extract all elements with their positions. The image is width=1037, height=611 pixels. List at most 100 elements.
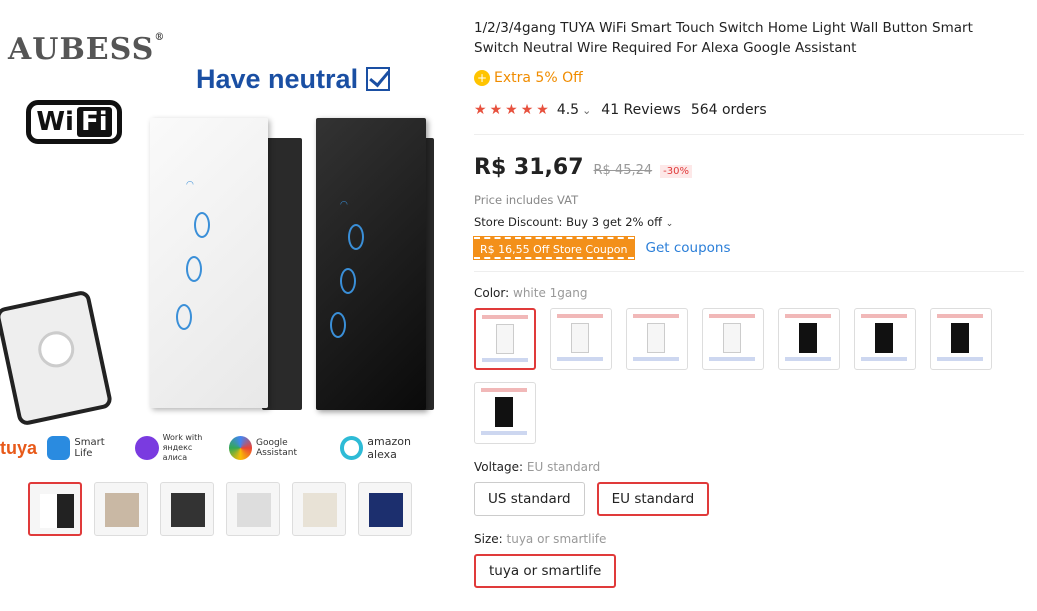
- swatch-switch-image: [799, 323, 817, 353]
- original-price: R$ 45,24: [593, 163, 653, 178]
- wifi-logo-right: Fi: [76, 107, 112, 137]
- thumbnail[interactable]: [160, 482, 214, 536]
- reviews-link[interactable]: 41 Reviews: [601, 102, 681, 118]
- swatch-logos: [785, 357, 831, 361]
- swatch-banner: [709, 314, 755, 318]
- main-product-image[interactable]: AUBESS® Wi Fi Have neutral ◠ ◠ tuya Smart…: [0, 18, 442, 466]
- smart-life-icon: [47, 436, 71, 460]
- wifi-logo-left: Wi: [36, 107, 74, 137]
- smart-life-logo: Smart Life: [47, 436, 125, 460]
- swatch-switch-image: [495, 397, 513, 427]
- wifi-icon: ◠: [340, 200, 348, 210]
- color-value: white 1gang: [513, 286, 588, 300]
- wifi-logo-icon: Wi Fi: [26, 100, 122, 144]
- get-coupons-link[interactable]: Get coupons: [646, 240, 731, 256]
- swatch-banner: [557, 314, 603, 318]
- swatch-logos: [633, 357, 679, 361]
- alice-icon: [134, 436, 159, 460]
- yandex-alice-logo: Work with яндекс алиса: [134, 433, 219, 463]
- swatch-logos: [937, 357, 983, 361]
- voltage-option-us[interactable]: US standard: [474, 482, 585, 516]
- swatch-banner: [861, 314, 907, 318]
- color-swatch[interactable]: [550, 308, 612, 370]
- white-switch-panel: ◠: [150, 118, 268, 408]
- black-switch-panel: ◠: [316, 118, 426, 410]
- color-swatch[interactable]: [778, 308, 840, 370]
- swatch-logos: [481, 431, 527, 435]
- color-swatch[interactable]: [930, 308, 992, 370]
- thumbnail[interactable]: [226, 482, 280, 536]
- amazon-alexa-logo: amazon alexa: [339, 435, 442, 461]
- swatch-banner: [785, 314, 831, 318]
- touch-button-icon: [194, 212, 210, 238]
- voltage-label: Voltage: EU standard: [474, 460, 1024, 474]
- voltage-option-eu[interactable]: EU standard: [596, 482, 710, 516]
- plus-coin-icon: +: [474, 70, 490, 86]
- star-icon: ★: [505, 102, 518, 118]
- thumbnail-strip: [28, 482, 412, 536]
- rating-row: ★ ★ ★ ★ ★ 4.5 ⌄ 41 Reviews 564 orders: [474, 100, 1024, 120]
- product-gallery: AUBESS® Wi Fi Have neutral ◠ ◠ tuya Smart…: [0, 0, 450, 611]
- chevron-down-icon[interactable]: ⌄: [666, 219, 674, 229]
- thumbnail[interactable]: [292, 482, 346, 536]
- chevron-down-icon[interactable]: ⌄: [582, 104, 591, 117]
- size-value: tuya or smartlife: [506, 532, 607, 546]
- color-swatch[interactable]: [626, 308, 688, 370]
- checkbox-icon: [366, 67, 391, 91]
- voltage-value: EU standard: [526, 460, 601, 474]
- swatch-switch-image: [496, 324, 514, 354]
- swatch-logos: [861, 357, 907, 361]
- star-rating: ★ ★ ★ ★ ★: [474, 102, 549, 118]
- color-label-text: Color:: [474, 286, 510, 300]
- product-title: 1/2/3/4gang TUYA WiFi Smart Touch Switch…: [474, 20, 973, 56]
- app-dial-icon: [34, 327, 78, 371]
- store-discount[interactable]: Store Discount: Buy 3 get 2% off ⌄: [474, 215, 1024, 229]
- touch-button-icon: [340, 268, 356, 294]
- color-swatch[interactable]: [854, 308, 916, 370]
- discount-badge: -30%: [660, 165, 692, 178]
- brand-mark: ®: [154, 32, 166, 43]
- swatch-logos: [709, 357, 755, 361]
- orders-count: 564 orders: [690, 102, 767, 118]
- swatch-banner: [482, 315, 528, 319]
- voltage-options: US standard EU standard: [474, 482, 1024, 516]
- price-row: R$ 31,67 R$ 45,24 -30%: [474, 155, 1024, 183]
- switch-back-plate: [262, 138, 302, 410]
- divider: [474, 271, 1024, 272]
- google-assistant-icon: [228, 436, 252, 460]
- current-price: R$ 31,67: [474, 155, 584, 180]
- ecosystem-logos: tuya Smart Life Work with яндекс алиса G…: [0, 428, 442, 466]
- thumbnail-image: [40, 494, 74, 528]
- alexa-text: amazon alexa: [367, 435, 411, 461]
- product-info: 1/2/3/4gang TUYA WiFi Smart Touch Switch…: [473, 18, 1024, 588]
- google-assistant-text: Google Assistant: [255, 438, 297, 458]
- phone-in-hand-icon: [0, 289, 114, 427]
- rating-value[interactable]: 4.5: [557, 102, 579, 118]
- brand-logo: AUBESS®: [8, 32, 165, 67]
- thumbnail-image: [171, 493, 205, 527]
- extra-discount-text: Extra 5% Off: [494, 70, 583, 86]
- swatch-switch-image: [647, 323, 665, 353]
- thumbnail-image: [237, 493, 271, 527]
- touch-button-icon: [330, 312, 346, 338]
- thumbnail-image: [303, 493, 337, 527]
- yandex-text: Work with яндекс алиса: [162, 433, 203, 462]
- star-icon: ★: [474, 102, 487, 118]
- thumbnail[interactable]: [94, 482, 148, 536]
- star-icon: ★: [520, 102, 534, 118]
- swatch-switch-image: [571, 323, 589, 353]
- thumbnail[interactable]: [358, 482, 412, 536]
- thumbnail[interactable]: [28, 482, 82, 536]
- size-label-text: Size:: [474, 532, 503, 546]
- coupon-row: R$ 16,55 Off Store Coupon Get coupons: [473, 236, 1024, 260]
- color-options: [474, 308, 1014, 444]
- store-discount-text: Store Discount: Buy 3 get 2% off: [474, 215, 663, 229]
- store-coupon[interactable]: R$ 16,55 Off Store Coupon: [473, 236, 635, 260]
- color-swatch[interactable]: [474, 382, 536, 444]
- swatch-banner: [481, 388, 527, 392]
- size-option-tuya-smartlife[interactable]: tuya or smartlife: [474, 554, 617, 588]
- wifi-icon: ◠: [186, 180, 194, 190]
- color-swatch[interactable]: [702, 308, 764, 370]
- thumbnail-image: [105, 493, 139, 527]
- color-swatch[interactable]: [474, 308, 536, 370]
